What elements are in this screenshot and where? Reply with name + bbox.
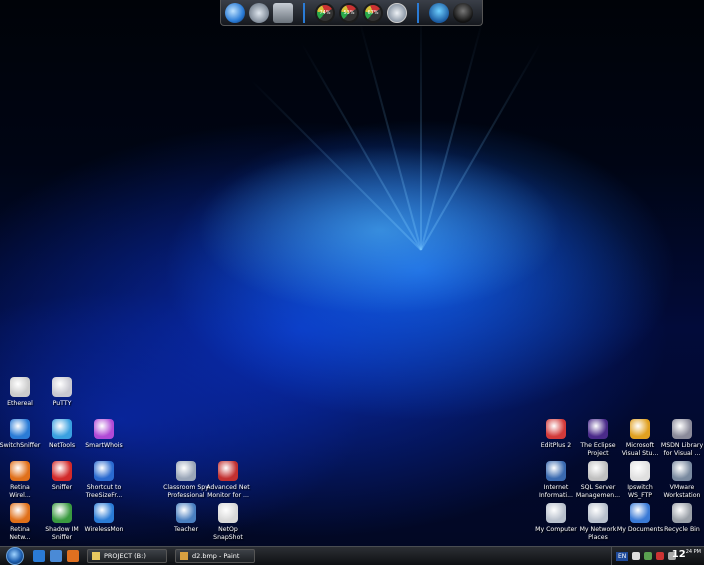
editplus-icon [546, 419, 566, 439]
task-button-paint[interactable]: d2.bmp - Paint [175, 549, 255, 563]
desktop-icon-label: MSDN Library for Visual ... [660, 442, 704, 457]
task-button-project[interactable]: PROJECT (B:) [87, 549, 167, 563]
net-monitor-icon [218, 461, 238, 481]
desktop-icon[interactable]: WirelessMon [74, 503, 134, 534]
cpu-gauge-icon[interactable]: 74% [315, 2, 335, 23]
desktop-icon-label: PuTTY [52, 400, 72, 407]
treesize-icon [94, 461, 114, 481]
desktop-quicklaunch-icon[interactable] [50, 550, 62, 562]
wirelessmon-icon [94, 503, 114, 523]
netop-icon [218, 503, 238, 523]
desktop-icon-label: SmartWhois [85, 442, 123, 449]
top-dock: 74% 53% 67% [220, 0, 483, 26]
network-tray-icon[interactable] [632, 552, 641, 560]
folder-icon [92, 552, 100, 560]
ram-value: 67% [367, 9, 379, 16]
eclipse-icon [588, 419, 608, 439]
desktop-icon-label: Shortcut to TreeSizeFr... [85, 484, 123, 499]
retina-network-icon [10, 503, 30, 523]
clock-hour: 12 [671, 549, 686, 560]
wallpaper-ray [357, 17, 422, 251]
clock-dock-icon[interactable] [387, 2, 407, 23]
my-computer-icon [546, 503, 566, 523]
dock-separator [303, 2, 305, 23]
cpu-value: 74% [319, 9, 331, 16]
desktop-icon[interactable]: PuTTY [32, 377, 92, 408]
visual-studio-icon [630, 419, 650, 439]
nettools-icon [52, 419, 72, 439]
desktop-icon[interactable]: Recycle Bin [652, 503, 704, 534]
desktop-icon[interactable]: SmartWhois [74, 419, 134, 450]
ram-gauge-icon[interactable]: 67% [363, 2, 383, 23]
recycle-bin-icon [672, 503, 692, 523]
classroom-spy-icon [176, 461, 196, 481]
task-label: d2.bmp - Paint [192, 552, 240, 560]
desktop-icon[interactable]: VMware Workstation [652, 461, 704, 500]
alien-dock-icon[interactable] [429, 2, 449, 23]
language-indicator[interactable]: EN [616, 551, 629, 561]
shadow-im-icon [52, 503, 72, 523]
media-quicklaunch-icon[interactable] [67, 550, 79, 562]
desktop-icon-label: VMware Workstation [663, 484, 701, 499]
putty-icon [52, 377, 72, 397]
desktop-icon-label: Advanced Net Monitor for ... [206, 484, 250, 499]
sql-server-icon [588, 461, 608, 481]
sniffer-icon [52, 461, 72, 481]
msdn-icon [672, 419, 692, 439]
switchsniffer-icon [10, 419, 30, 439]
iis-icon [546, 461, 566, 481]
desktop-icon-label: WirelessMon [84, 526, 124, 533]
windows-orb-icon [6, 547, 24, 565]
desktop-icon-label: Recycle Bin [664, 526, 700, 533]
ws-ftp-icon [630, 461, 650, 481]
ethereal-icon [10, 377, 30, 397]
dock-separator [417, 2, 419, 23]
clock[interactable]: 1224 PM [672, 549, 701, 560]
start-button[interactable] [2, 547, 28, 565]
desktop-icon[interactable]: Advanced Net Monitor for ... [198, 461, 258, 500]
desktop-icon-label: NetOp SnapShot [213, 526, 243, 541]
teacher-icon [176, 503, 196, 523]
system-tray: EN 1224 PM [611, 547, 704, 565]
desktop-icon[interactable]: MSDN Library for Visual ... [652, 419, 704, 458]
security-tray-icon[interactable] [656, 552, 665, 560]
desktop-background: 74% 53% 67% Ethereal PuTTY SwitchSniffer Ne… [0, 0, 704, 546]
paint-icon [180, 552, 188, 560]
my-network-icon [588, 503, 608, 523]
vmware-icon [672, 461, 692, 481]
task-label: PROJECT (B:) [104, 552, 146, 560]
my-documents-icon [630, 503, 650, 523]
wallpaper-ray [420, 41, 542, 251]
desktop-icon[interactable]: NetOp SnapShot [198, 503, 258, 542]
disk-value: 53% [343, 9, 355, 16]
smartwhois-icon [94, 419, 114, 439]
alien-dark-dock-icon[interactable] [453, 2, 473, 23]
wallpaper-ray [420, 10, 422, 250]
clock-minutes: 24 PM [685, 549, 701, 555]
retina-icon [10, 461, 30, 481]
drive-dock-icon[interactable] [273, 2, 293, 23]
disk-gauge-icon[interactable]: 53% [339, 2, 359, 23]
wallpaper-ray [420, 17, 485, 251]
search-dock-icon[interactable] [249, 2, 269, 23]
desktop-icon[interactable]: Shortcut to TreeSizeFr... [74, 461, 134, 500]
user-tray-icon[interactable] [644, 552, 653, 560]
ie-dock-icon[interactable] [225, 2, 245, 23]
taskbar: PROJECT (B:) d2.bmp - Paint EN 1224 PM [0, 546, 704, 565]
ie-quicklaunch-icon[interactable] [33, 550, 45, 562]
